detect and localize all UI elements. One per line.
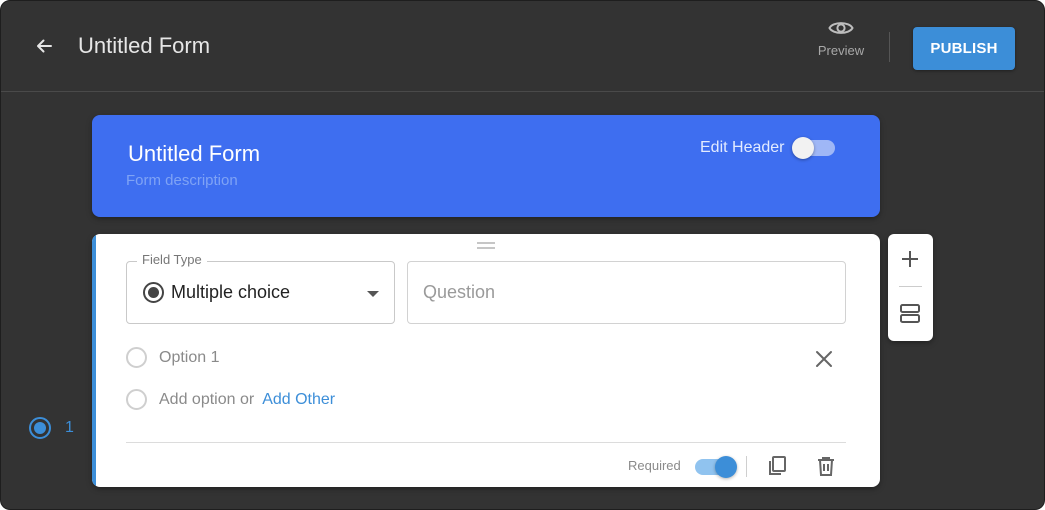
field-type-value: Multiple choice [171,282,291,302]
publish-button[interactable]: PUBLISH [913,27,1015,70]
option-row: Option 1 [126,347,219,368]
active-accent-bar [92,234,96,487]
option-radio [126,347,147,368]
edit-header-label: Edit Header [700,139,785,156]
question-number: 1 [65,419,74,436]
duplicate-button[interactable] [766,455,788,477]
app-window: Untitled Form Preview PUBLISH Untitled F… [0,0,1045,510]
drag-handle-icon[interactable] [477,242,495,250]
toolbar-divider [899,286,922,287]
preview-label: Preview [817,43,865,58]
top-bar: Untitled Form Preview PUBLISH [1,1,1044,92]
option-label[interactable]: Option 1 [159,349,219,367]
add-option-radio [126,389,147,410]
toggle-knob [791,137,814,159]
question-card: Field Type Multiple choice Option 1 Add … [92,234,880,487]
required-label: Required [628,458,681,473]
add-option-button[interactable]: Add option or [159,391,254,409]
question-navigator-item[interactable]: 1 [29,417,74,439]
section-icon [900,304,920,323]
eye-icon [828,22,854,34]
add-other-link[interactable]: Add Other [262,391,335,409]
form-header-card: Untitled Form Form description Edit Head… [92,115,880,217]
selected-radio-icon [29,417,51,439]
footer-separator [746,456,747,477]
close-icon [816,351,832,367]
question-input[interactable] [407,261,846,324]
field-type-label: Field Type [137,252,207,267]
app-title: Untitled Form [78,33,211,58]
form-description-field[interactable]: Form description [126,172,238,189]
copy-icon [769,456,786,475]
toolbar-divider [889,32,890,62]
add-section-button[interactable] [899,302,921,324]
trash-icon [818,457,834,476]
form-title[interactable]: Untitled Form [128,141,260,167]
required-toggle[interactable] [695,456,737,478]
plus-icon [902,251,918,267]
add-question-button[interactable] [899,248,921,270]
field-type-select[interactable]: Field Type Multiple choice [126,252,395,324]
remove-option-button[interactable] [814,349,834,369]
radio-button-icon [143,282,164,303]
preview-button[interactable]: Preview [813,19,869,58]
delete-button[interactable] [815,455,837,477]
add-option-row: Add option or Add Other [126,389,335,410]
edit-header-toggle[interactable] [791,137,835,159]
arrow-left-icon [37,39,52,53]
toggle-knob [715,456,737,478]
footer-divider [126,442,846,443]
caret-down-icon [367,291,379,297]
edit-header-control: Edit Header [700,137,835,159]
back-button[interactable] [32,34,56,58]
side-toolbar [888,234,933,341]
